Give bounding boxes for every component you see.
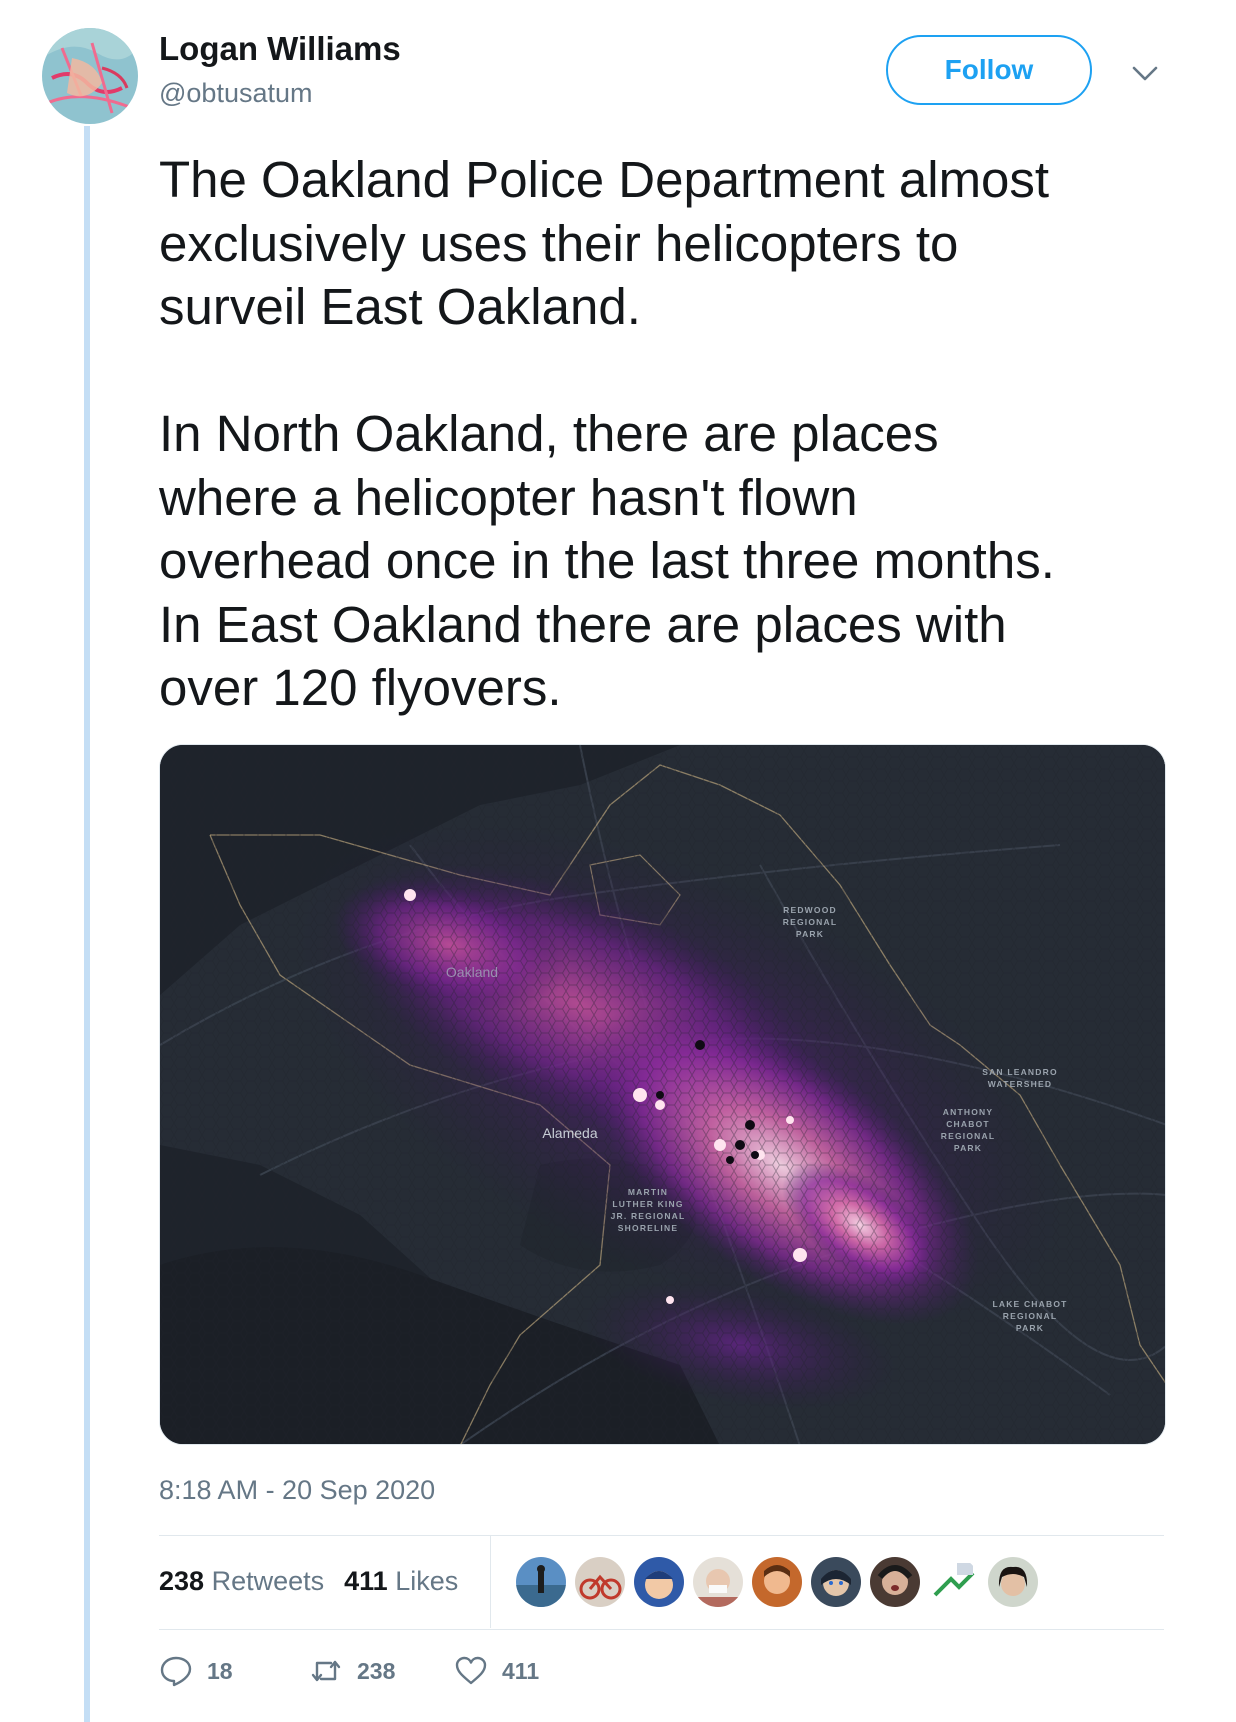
engagement-stats: 238 Retweets 411 Likes xyxy=(159,1566,458,1597)
retweet-count: 238 xyxy=(357,1657,396,1684)
avatar[interactable] xyxy=(42,28,138,124)
divider xyxy=(159,1629,1164,1630)
map-label-chabot-2: CHABOT xyxy=(946,1119,990,1129)
tweet-actions: 18 238 411 xyxy=(159,1654,659,1694)
like-count: 411 xyxy=(502,1657,540,1684)
reply-action[interactable]: 18 xyxy=(159,1654,233,1688)
liker-avatar[interactable] xyxy=(693,1557,743,1607)
likes-stat[interactable]: 411 Likes xyxy=(344,1566,458,1597)
likes-label: Likes xyxy=(395,1566,459,1596)
liker-avatar[interactable] xyxy=(575,1557,625,1607)
retweets-label: Retweets xyxy=(211,1566,325,1596)
liker-avatar[interactable] xyxy=(752,1557,802,1607)
tweet-timestamp[interactable]: 8:18 AM - 20 Sep 2020 xyxy=(159,1475,435,1506)
liker-avatar[interactable] xyxy=(811,1557,861,1607)
retweet-icon xyxy=(311,1660,341,1682)
reply-icon xyxy=(160,1656,192,1687)
helicopter-heatmap: REDWOOD REGIONAL PARK SAN LEANDRO WATERS… xyxy=(160,745,1165,1444)
map-label-lake-chabot-2: REGIONAL xyxy=(1003,1311,1057,1321)
map-label-mlk-3: JR. REGIONAL xyxy=(611,1211,686,1221)
map-label-chabot-3: REGIONAL xyxy=(941,1131,995,1141)
retweet-action[interactable]: 238 xyxy=(309,1654,395,1688)
map-label-mlk-4: SHORELINE xyxy=(618,1223,678,1233)
map-label-redwood-1: REDWOOD xyxy=(783,905,837,915)
map-label-chabot-1: ANTHONY xyxy=(943,1107,993,1117)
map-label-san-leandro-2: WATERSHED xyxy=(988,1079,1052,1089)
divider xyxy=(159,1535,1164,1536)
map-label-lake-chabot-3: PARK xyxy=(1016,1323,1044,1333)
map-label-redwood-2: REGIONAL xyxy=(783,917,837,927)
retweets-stat[interactable]: 238 Retweets xyxy=(159,1566,324,1597)
map-label-mlk-1: MARTIN xyxy=(628,1187,668,1197)
map-label-mlk-2: LUTHER KING xyxy=(612,1199,683,1209)
liker-avatar[interactable] xyxy=(929,1557,979,1607)
heart-icon xyxy=(455,1656,487,1685)
liker-avatar[interactable] xyxy=(634,1557,684,1607)
tweet-media[interactable]: REDWOOD REGIONAL PARK SAN LEANDRO WATERS… xyxy=(159,744,1166,1445)
liker-avatar[interactable] xyxy=(988,1557,1038,1607)
likes-count: 411 xyxy=(344,1566,388,1596)
chevron-down-icon[interactable] xyxy=(1130,62,1160,84)
reply-count: 18 xyxy=(207,1657,233,1684)
like-action[interactable]: 411 xyxy=(454,1654,539,1688)
stats-separator xyxy=(490,1536,491,1628)
map-label-lake-chabot-1: LAKE CHABOT xyxy=(992,1299,1067,1309)
map-label-chabot-4: PARK xyxy=(954,1143,982,1153)
tweet-text: The Oakland Police Department almost exc… xyxy=(159,151,1055,716)
display-name[interactable]: Logan Williams xyxy=(159,30,401,68)
follow-button[interactable]: Follow xyxy=(886,35,1092,105)
liker-avatar[interactable] xyxy=(516,1557,566,1607)
map-label-oakland: Oakland xyxy=(446,964,498,980)
user-handle[interactable]: @obtusatum xyxy=(159,78,312,109)
map-label-san-leandro-1: SAN LEANDRO xyxy=(982,1067,1058,1077)
map-label-alameda: Alameda xyxy=(542,1125,597,1141)
map-label-redwood-3: PARK xyxy=(796,929,824,939)
avatar-image xyxy=(42,28,138,124)
liker-avatar[interactable] xyxy=(870,1557,920,1607)
thread-line xyxy=(84,126,90,1722)
retweets-count: 238 xyxy=(159,1566,205,1596)
